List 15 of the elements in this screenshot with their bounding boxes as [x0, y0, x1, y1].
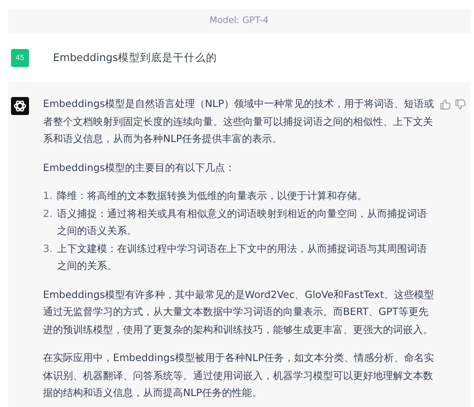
list-number: 2.: [43, 208, 54, 222]
thumbs-up-icon[interactable]: [440, 99, 451, 110]
answer-paragraph: Embeddings模型的主要目的有以下几点：: [43, 162, 236, 176]
thumbs-down-icon[interactable]: [455, 99, 466, 110]
list-number: 3.: [43, 242, 54, 256]
answer-paragraph: 在实际应用中，Embeddings模型被用于各种NLP任务，如文本分类、情感分析、命名实体识别、机器翻译、问答系统等。通过使用词嵌入，机器学习模型可以更好地理解文本数据的结构和语义信息，从而提高NLP任务的性能。: [43, 352, 434, 401]
list-number: 1.: [43, 190, 54, 204]
list-item-text: 降维：将高维的文本数据转换为低维的向量表示，以便于计算和存储。: [57, 190, 367, 204]
model-label: Model: GPT-4: [210, 16, 268, 26]
answer-paragraph: Embeddings模型有许多种，其中最常见的是Word2Vec、GloVe和FastText。这些模型通过无监督学习的方式，从大量文本数据中学习词语的向量表示。而BERT、GPT等更先进的预训练模型，使用了更复杂的架构和训练技巧，能够生成更丰富、更强大的词嵌入。: [43, 288, 434, 338]
user-message: Embeddings模型到底是干什么的: [53, 50, 218, 64]
logo-icon: [11, 97, 29, 115]
list-item-text: 语义捕捉：通过将相关或具有相似意义的词语映射到相近的向量空间，从而捕捉词语之间的语义关系。: [57, 208, 428, 239]
list-item-text: 上下文建模：在训练过程中学习词语在上下文中的用法，从而捕捉词语与其周围词语之间的关系。: [57, 242, 428, 274]
answer-paragraph: Embeddings模型是自然语言处理（NLP）领域中一种常见的技术，用于将词语、短语或者整个文档映射到固定长度的连续向量。这些向量可以捕捉词语之间的相似性、上下文关系和语义信息，从而为各种NLP任务提供丰富的表示。: [43, 98, 434, 147]
